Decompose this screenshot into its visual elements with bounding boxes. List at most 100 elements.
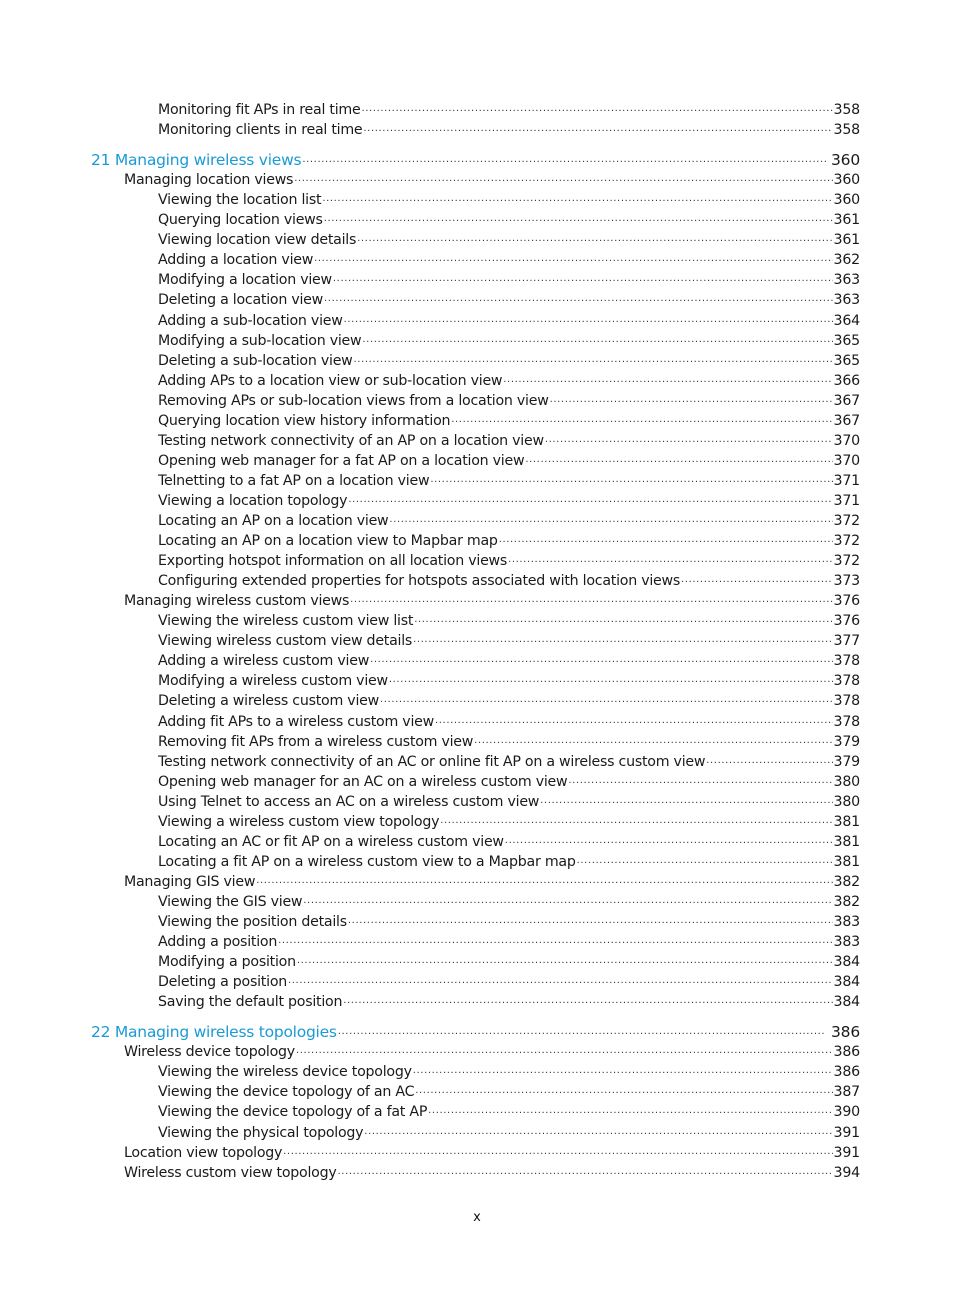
toc-subsection-entry[interactable]: Locating an AC or fit AP on a wireless c… <box>158 832 860 852</box>
toc-entry-page-number[interactable]: 379 <box>834 752 861 772</box>
toc-subsection-entry[interactable]: Querying location view history informati… <box>158 411 860 431</box>
toc-entry-page-number[interactable]: 371 <box>834 491 861 511</box>
toc-subsection-entry[interactable]: Testing network connectivity of an AC or… <box>158 752 860 772</box>
toc-subsection-entry[interactable]: Adding a position 383 <box>158 932 860 952</box>
toc-entry-title[interactable]: Managing GIS view <box>124 872 255 892</box>
toc-entry-title[interactable]: Adding a wireless custom view <box>158 651 369 671</box>
toc-entry-page-number[interactable]: 360 <box>834 190 861 210</box>
toc-subsection-entry[interactable]: Viewing a wireless custom view topology 3… <box>158 812 860 832</box>
toc-entry-page-number[interactable]: 360 <box>834 170 861 190</box>
toc-subsection-entry[interactable]: Viewing the GIS view 382 <box>158 892 860 912</box>
toc-entry-page-number[interactable]: 376 <box>834 611 861 631</box>
toc-entry-page-number[interactable]: 366 <box>834 371 861 391</box>
toc-chapter-entry[interactable]: 22 Managing wireless topologies 386 <box>91 1022 860 1042</box>
toc-entry-page-number[interactable]: 394 <box>834 1163 861 1183</box>
toc-entry-page-number[interactable]: 363 <box>834 290 861 310</box>
toc-subsection-entry[interactable]: Viewing the device topology of an AC 387 <box>158 1082 860 1102</box>
toc-subsection-entry[interactable]: Adding APs to a location view or sub-loc… <box>158 371 860 391</box>
toc-subsection-entry[interactable]: Viewing a location topology 371 <box>158 491 860 511</box>
toc-subsection-entry[interactable]: Removing fit APs from a wireless custom … <box>158 732 860 752</box>
toc-subsection-entry[interactable]: Viewing the device topology of a fat AP 3… <box>158 1102 860 1122</box>
toc-subsection-entry[interactable]: Viewing the wireless custom view list 376 <box>158 611 860 631</box>
toc-entry-page-number[interactable]: 379 <box>834 732 861 752</box>
toc-entry-title[interactable]: Viewing the physical topology <box>158 1123 364 1143</box>
toc-entry-title[interactable]: Adding a position <box>158 932 277 952</box>
toc-entry-title[interactable]: Querying location views <box>158 210 323 230</box>
toc-entry-title[interactable]: Locating a fit AP on a wireless custom v… <box>158 852 576 872</box>
toc-entry-title[interactable]: Locating an AP on a location view to Map… <box>158 531 498 551</box>
toc-entry-page-number[interactable]: 378 <box>834 671 861 691</box>
toc-entry-title[interactable]: Adding APs to a location view or sub-loc… <box>158 371 503 391</box>
toc-section-entry[interactable]: Location view topology 391 <box>124 1143 860 1163</box>
toc-entry-page-number[interactable]: 378 <box>834 691 861 711</box>
toc-entry-title[interactable]: Viewing a wireless custom view topology <box>158 812 439 832</box>
toc-subsection-entry[interactable]: Monitoring clients in real time 358 <box>158 120 860 140</box>
toc-entry-page-number[interactable]: 386 <box>834 1062 861 1082</box>
toc-entry-title[interactable]: 22 Managing wireless topologies <box>91 1022 337 1042</box>
toc-entry-title[interactable]: Modifying a wireless custom view <box>158 671 388 691</box>
toc-entry-page-number[interactable]: 386 <box>834 1042 861 1062</box>
toc-entry-page-number[interactable]: 358 <box>834 120 861 140</box>
toc-entry-title[interactable]: Viewing the wireless custom view list <box>158 611 413 631</box>
toc-entry-page-number[interactable]: 382 <box>834 872 861 892</box>
toc-entry-title[interactable]: Viewing the location list <box>158 190 322 210</box>
toc-entry-page-number[interactable]: 370 <box>834 431 861 451</box>
toc-entry-page-number[interactable]: 365 <box>834 331 861 351</box>
toc-entry-title[interactable]: Viewing the device topology of a fat AP <box>158 1102 427 1122</box>
toc-subsection-entry[interactable]: Viewing wireless custom view details 377 <box>158 631 860 651</box>
toc-entry-title[interactable]: Exporting hotspot information on all loc… <box>158 551 507 571</box>
toc-entry-page-number[interactable]: 380 <box>834 772 861 792</box>
toc-subsection-entry[interactable]: Deleting a location view 363 <box>158 290 860 310</box>
toc-entry-page-number[interactable]: 378 <box>834 712 861 732</box>
toc-entry-page-number[interactable]: 384 <box>834 952 861 972</box>
toc-entry-title[interactable]: Configuring extended properties for hots… <box>158 571 680 591</box>
toc-entry-title[interactable]: Deleting a position <box>158 972 287 992</box>
toc-entry-title[interactable]: Modifying a location view <box>158 270 332 290</box>
toc-subsection-entry[interactable]: Saving the default position 384 <box>158 992 860 1012</box>
toc-entry-title[interactable]: Monitoring fit APs in real time <box>158 100 361 120</box>
toc-entry-page-number[interactable]: 372 <box>834 531 861 551</box>
toc-entry-title[interactable]: Opening web manager for an AC on a wirel… <box>158 772 568 792</box>
toc-entry-title[interactable]: Viewing a location topology <box>158 491 348 511</box>
toc-entry-title[interactable]: Telnetting to a fat AP on a location vie… <box>158 471 430 491</box>
toc-subsection-entry[interactable]: Locating an AP on a location view to Map… <box>158 531 860 551</box>
toc-subsection-entry[interactable]: Locating an AP on a location view 372 <box>158 511 860 531</box>
toc-entry-title[interactable]: Using Telnet to access an AC on a wirele… <box>158 792 539 812</box>
toc-subsection-entry[interactable]: Viewing the physical topology 391 <box>158 1123 860 1143</box>
toc-entry-page-number[interactable]: 378 <box>834 651 861 671</box>
toc-subsection-entry[interactable]: Modifying a position 384 <box>158 952 860 972</box>
toc-entry-page-number[interactable]: 367 <box>834 411 861 431</box>
toc-entry-page-number[interactable]: 384 <box>834 992 861 1012</box>
toc-entry-title[interactable]: Querying location view history informati… <box>158 411 451 431</box>
toc-entry-title[interactable]: Monitoring clients in real time <box>158 120 363 140</box>
toc-chapter-entry[interactable]: 21 Managing wireless views 360 <box>91 150 860 170</box>
toc-subsection-entry[interactable]: Monitoring fit APs in real time 358 <box>158 100 860 120</box>
toc-entry-page-number[interactable]: 380 <box>834 792 861 812</box>
toc-section-entry[interactable]: Managing GIS view 382 <box>124 872 860 892</box>
toc-entry-page-number[interactable]: 365 <box>834 351 861 371</box>
toc-entry-title[interactable]: Saving the default position <box>158 992 342 1012</box>
toc-entry-page-number[interactable]: 376 <box>834 591 861 611</box>
toc-subsection-entry[interactable]: Adding a location view 362 <box>158 250 860 270</box>
toc-subsection-entry[interactable]: Deleting a wireless custom view 378 <box>158 691 860 711</box>
toc-entry-title[interactable]: Adding a location view <box>158 250 313 270</box>
toc-entry-title[interactable]: Locating an AP on a location view <box>158 511 389 531</box>
toc-entry-title[interactable]: Deleting a sub-location view <box>158 351 353 371</box>
toc-subsection-entry[interactable]: Viewing the wireless device topology 386 <box>158 1062 860 1082</box>
toc-entry-title[interactable]: Opening web manager for a fat AP on a lo… <box>158 451 525 471</box>
toc-entry-page-number[interactable]: 391 <box>834 1143 861 1163</box>
toc-subsection-entry[interactable]: Opening web manager for a fat AP on a lo… <box>158 451 860 471</box>
toc-section-entry[interactable]: Managing location views 360 <box>124 170 860 190</box>
toc-subsection-entry[interactable]: Exporting hotspot information on all loc… <box>158 551 860 571</box>
toc-entry-title[interactable]: Location view topology <box>124 1143 282 1163</box>
toc-entry-title[interactable]: Testing network connectivity of an AC or… <box>158 752 705 772</box>
toc-entry-page-number[interactable]: 372 <box>834 551 861 571</box>
toc-entry-page-number[interactable]: 381 <box>834 832 861 852</box>
toc-subsection-entry[interactable]: Opening web manager for an AC on a wirel… <box>158 772 860 792</box>
toc-entry-page-number[interactable]: 386 <box>827 1022 860 1042</box>
toc-entry-page-number[interactable]: 361 <box>834 210 861 230</box>
toc-entry-page-number[interactable]: 387 <box>834 1082 861 1102</box>
toc-entry-page-number[interactable]: 364 <box>834 311 861 331</box>
toc-subsection-entry[interactable]: Deleting a position 384 <box>158 972 860 992</box>
toc-entry-title[interactable]: Modifying a position <box>158 952 296 972</box>
